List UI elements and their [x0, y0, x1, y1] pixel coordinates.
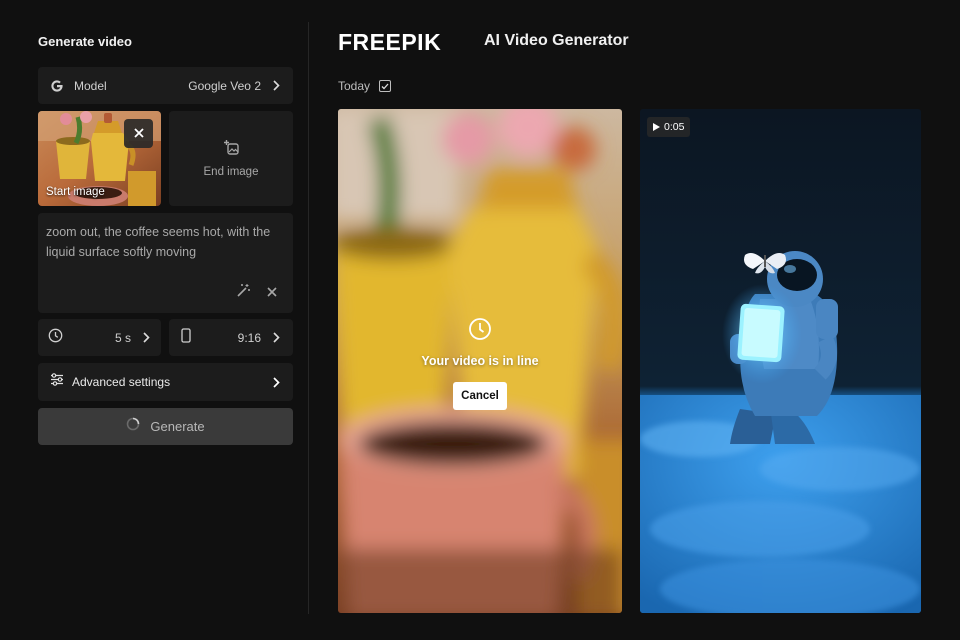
- clock-icon: [468, 317, 492, 346]
- start-image-label: Start image: [46, 186, 105, 198]
- freepik-logo[interactable]: FREEPIK: [338, 29, 472, 55]
- model-label: Model: [74, 78, 107, 93]
- duration-selector[interactable]: 5 s: [38, 319, 161, 356]
- queue-status-text: Your video is in line: [421, 354, 539, 368]
- queue-overlay: Your video is in line Cancel: [338, 317, 622, 410]
- brand-text: FREEPIK: [338, 30, 441, 52]
- duration-value: 5 s: [114, 330, 131, 345]
- panel-divider: [308, 22, 309, 614]
- app: Generate video Model Google Veo 2 Start …: [0, 0, 960, 640]
- image-plus-icon: [223, 139, 239, 160]
- chevron-right-icon: [271, 332, 281, 344]
- advanced-settings-label: Advanced settings: [72, 375, 171, 389]
- prompt-text[interactable]: zoom out, the coffee seems hot, with the…: [46, 222, 285, 262]
- magic-wand-icon[interactable]: [236, 283, 251, 303]
- close-icon: [133, 125, 144, 143]
- chevron-right-icon: [141, 332, 151, 344]
- aspect-ratio-selector[interactable]: 9:16: [169, 319, 293, 356]
- model-selector[interactable]: Model Google Veo 2: [38, 67, 293, 104]
- chevron-right-icon: [271, 80, 281, 92]
- end-image-upload[interactable]: End image: [169, 111, 293, 206]
- generate-panel: Generate video Model Google Veo 2 Start …: [38, 0, 293, 640]
- google-icon: [50, 79, 64, 93]
- aspect-ratio-value: 9:16: [237, 330, 261, 345]
- date-filter: Today: [338, 79, 392, 93]
- today-checkbox[interactable]: [379, 80, 392, 92]
- page-title: AI Video Generator: [484, 32, 629, 49]
- prompt-input[interactable]: zoom out, the coffee seems hot, with the…: [38, 213, 293, 313]
- phone-icon: [181, 327, 191, 348]
- clear-prompt-icon[interactable]: [267, 284, 277, 302]
- checkbox-icon: [381, 83, 389, 89]
- advanced-settings-button[interactable]: Advanced settings: [38, 363, 293, 401]
- video-duration: 0:05: [664, 121, 685, 133]
- video-card-completed[interactable]: 0:05: [640, 109, 921, 613]
- duration-badge: 0:05: [647, 117, 691, 137]
- spinner-icon: [126, 417, 140, 436]
- prompt-tools: [236, 283, 277, 303]
- model-value: Google Veo 2: [188, 78, 261, 93]
- cancel-button[interactable]: Cancel: [453, 382, 507, 410]
- generate-button[interactable]: Generate: [38, 408, 293, 445]
- today-label: Today: [338, 79, 371, 93]
- generate-label: Generate: [150, 419, 205, 434]
- clock-icon: [48, 328, 63, 348]
- start-image-thumbnail[interactable]: Start image: [38, 111, 161, 206]
- end-image-label: End image: [203, 166, 259, 178]
- play-icon: [653, 123, 660, 131]
- panel-title: Generate video: [38, 34, 132, 49]
- astronaut-video-thumbnail: [640, 109, 921, 613]
- video-card-queued: Your video is in line Cancel: [338, 109, 622, 613]
- sliders-icon: [50, 373, 64, 391]
- remove-start-image-button[interactable]: [124, 119, 153, 148]
- chevron-right-icon: [271, 376, 281, 388]
